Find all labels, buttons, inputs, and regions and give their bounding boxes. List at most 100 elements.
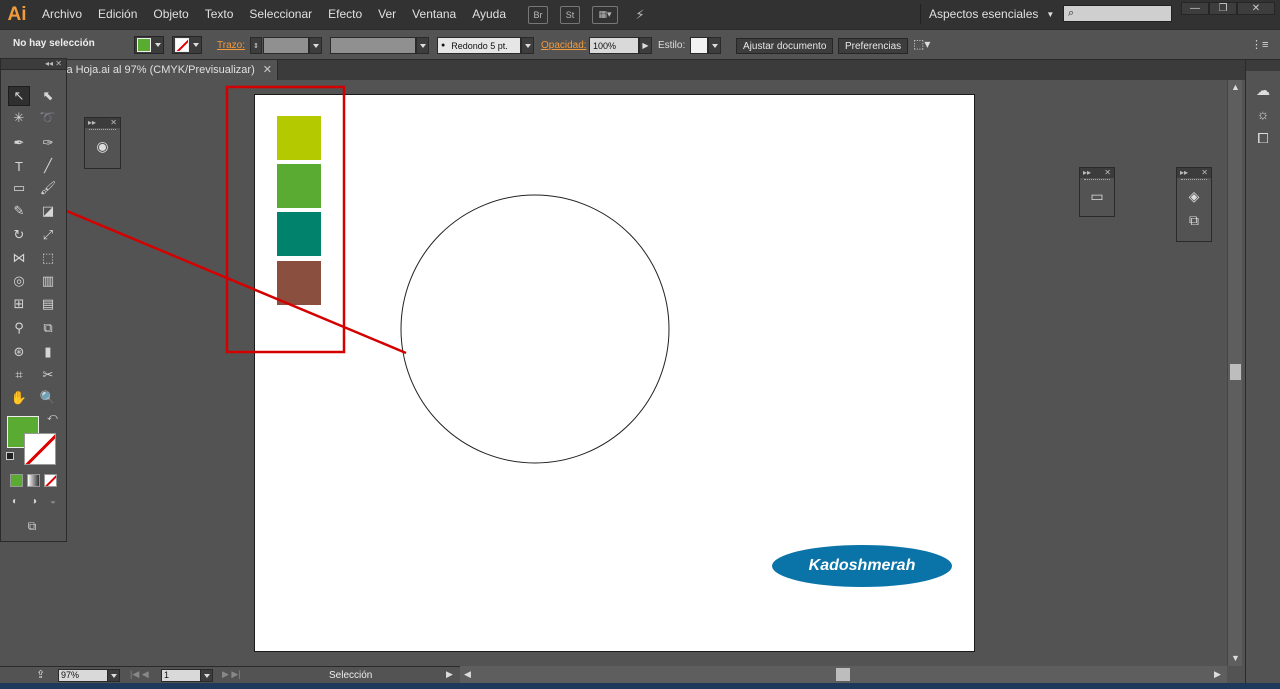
lasso-tool-icon[interactable]: ➰ [37, 108, 59, 128]
swap-fill-stroke-icon[interactable]: ⤺ [47, 412, 58, 423]
floating-panel-header[interactable]: ▸▸ ✕ [85, 118, 120, 128]
menu-edicion[interactable]: Edición [90, 0, 145, 29]
vertical-scroll-thumb[interactable] [1230, 364, 1241, 380]
scroll-up-icon[interactable]: ▲ [1231, 82, 1240, 92]
close-window-button[interactable]: ✕ [1237, 2, 1275, 15]
opacity-input[interactable]: 100% [589, 37, 639, 54]
rotate-tool-icon[interactable]: ↻ [8, 225, 30, 245]
graphic-style-dropdown[interactable] [708, 37, 721, 54]
scroll-left-icon[interactable]: ◀ [464, 669, 471, 680]
opacity-dropdown[interactable]: ▶ [639, 37, 652, 54]
swatch-teal[interactable] [277, 212, 321, 256]
zoom-tool-icon[interactable]: 🔍 [37, 388, 59, 408]
menu-objeto[interactable]: Objeto [145, 0, 196, 29]
gpu-performance-icon[interactable]: ⚡ [630, 6, 650, 24]
workspace-switcher[interactable]: Aspectos esenciales ▼ [920, 4, 1062, 24]
first-artboard-icon[interactable]: |◀ ◀ [130, 669, 149, 680]
status-menu-icon[interactable]: ▶ [446, 669, 453, 680]
gradient-panel-icon[interactable]: ▭ [1086, 185, 1108, 207]
draw-normal-icon[interactable]: ◐ [6, 493, 24, 509]
artboard-tool-icon[interactable]: ⌗ [8, 365, 30, 385]
maximize-button[interactable]: ❐ [1209, 2, 1237, 15]
panel-grip[interactable] [1084, 179, 1110, 183]
default-colors-icon[interactable] [6, 452, 14, 460]
right-dock-header[interactable] [1246, 60, 1280, 71]
type-tool-icon[interactable]: T [8, 156, 30, 176]
stroke-label[interactable]: Trazo: [217, 40, 245, 51]
zoom-dropdown[interactable] [107, 669, 120, 682]
stroke-weight-dropdown[interactable] [309, 37, 322, 54]
bridge-icon[interactable]: Br [528, 5, 549, 24]
close-tab-icon[interactable]: ✕ [263, 63, 272, 76]
eraser-tool-icon[interactable]: ◪ [37, 201, 59, 221]
perspective-grid-tool-icon[interactable]: ▥ [37, 271, 59, 291]
vertical-scrollbar[interactable]: ▲ ▼ [1227, 80, 1242, 666]
screen-mode-icon[interactable]: ⧉ [21, 516, 43, 536]
libraries-icon[interactable]: ⧠ [1252, 127, 1274, 149]
eyedropper-tool-icon[interactable]: ⚲ [8, 318, 30, 338]
scroll-down-icon[interactable]: ▼ [1231, 653, 1240, 663]
menu-efecto[interactable]: Efecto [320, 0, 370, 29]
preferences-button[interactable]: Preferencias [838, 38, 909, 54]
paintbrush-tool-icon[interactable]: 🖌 [37, 178, 59, 198]
stroke-weight-input[interactable] [263, 37, 309, 54]
selection-tool-icon[interactable]: ↖ [8, 86, 30, 106]
draw-behind-icon[interactable]: ◑ [25, 493, 43, 509]
menu-archivo[interactable]: Archivo [34, 0, 90, 29]
column-graph-tool-icon[interactable]: ▮ [37, 342, 59, 362]
graphic-style-swatch[interactable] [690, 37, 708, 54]
help-search-input[interactable]: ⌕ [1063, 5, 1172, 22]
gradient-mode-icon[interactable] [27, 474, 40, 487]
floating-panel-header[interactable]: ▸▸ ✕ [1177, 168, 1211, 178]
appearance-icon[interactable]: ☼ [1252, 103, 1274, 125]
minimize-button[interactable]: — [1181, 2, 1209, 15]
stroke-weight-stepper[interactable]: ⇕ [250, 37, 262, 54]
menu-ventana[interactable]: Ventana [404, 0, 464, 29]
rectangle-tool-icon[interactable]: ▭ [8, 178, 30, 198]
next-artboard-icon[interactable]: ▶ ▶| [222, 669, 241, 680]
transform-align-icon[interactable]: ⬚▾ [913, 37, 930, 51]
menu-ver[interactable]: Ver [370, 0, 404, 29]
floating-panel-header[interactable]: ▸▸ ✕ [1080, 168, 1114, 178]
fill-color-picker[interactable] [134, 36, 164, 54]
gradient-tool-icon[interactable]: ▤ [37, 294, 59, 314]
width-tool-icon[interactable]: ⋈ [8, 248, 30, 268]
pen-tool-icon[interactable]: ✒ [8, 133, 30, 153]
artboard-dropdown[interactable] [200, 669, 213, 682]
draw-inside-icon[interactable]: ◒ [44, 493, 62, 509]
none-mode-icon[interactable] [44, 474, 57, 487]
horizontal-scroll-thumb[interactable] [836, 668, 850, 681]
menu-seleccionar[interactable]: Seleccionar [241, 0, 320, 29]
color-mode-icon[interactable] [10, 474, 23, 487]
zoom-level-input[interactable]: 97% [58, 669, 108, 682]
mesh-tool-icon[interactable]: ⊞ [8, 294, 30, 314]
variable-width-dropdown[interactable] [416, 37, 429, 54]
magic-wand-tool-icon[interactable]: ✳ [8, 108, 30, 128]
opacity-label[interactable]: Opacidad: [541, 40, 587, 51]
stroke-swatch[interactable] [24, 433, 56, 465]
symbol-sprayer-tool-icon[interactable]: ⊛ [8, 342, 30, 362]
stock-icon[interactable]: St [560, 5, 581, 24]
swatch-brown[interactable] [277, 261, 321, 305]
shape-builder-tool-icon[interactable]: ◎ [8, 271, 30, 291]
blend-tool-icon[interactable]: ⧉ [37, 318, 59, 338]
pencil-tool-icon[interactable]: ✎ [8, 201, 30, 221]
slice-tool-icon[interactable]: ✂ [37, 365, 59, 385]
variable-width-profile[interactable] [330, 37, 416, 54]
fit-document-button[interactable]: Ajustar documento [736, 38, 834, 54]
swatch-green[interactable] [277, 164, 321, 208]
brush-definition-field[interactable]: ● Redondo 5 pt. [437, 37, 521, 54]
current-tool-status[interactable]: Selección [329, 670, 372, 681]
panel-grip[interactable] [89, 129, 116, 133]
swatch-lime[interactable] [277, 116, 321, 160]
direct-selection-tool-icon[interactable]: ⬉ [37, 86, 59, 106]
panel-grip[interactable] [1181, 179, 1207, 183]
tools-panel-header[interactable]: ◂◂ ✕ [1, 59, 66, 70]
scale-tool-icon[interactable]: ⤢ [37, 225, 59, 245]
curvature-tool-icon[interactable]: ✑ [37, 133, 59, 153]
free-transform-tool-icon[interactable]: ⬚ [37, 248, 59, 268]
share-icon[interactable]: ⇪ [36, 668, 45, 681]
layers-icon[interactable]: ◈ [1183, 185, 1205, 207]
scroll-right-icon[interactable]: ▶ [1214, 669, 1221, 680]
artboards-icon[interactable]: ⧉ [1183, 209, 1205, 231]
